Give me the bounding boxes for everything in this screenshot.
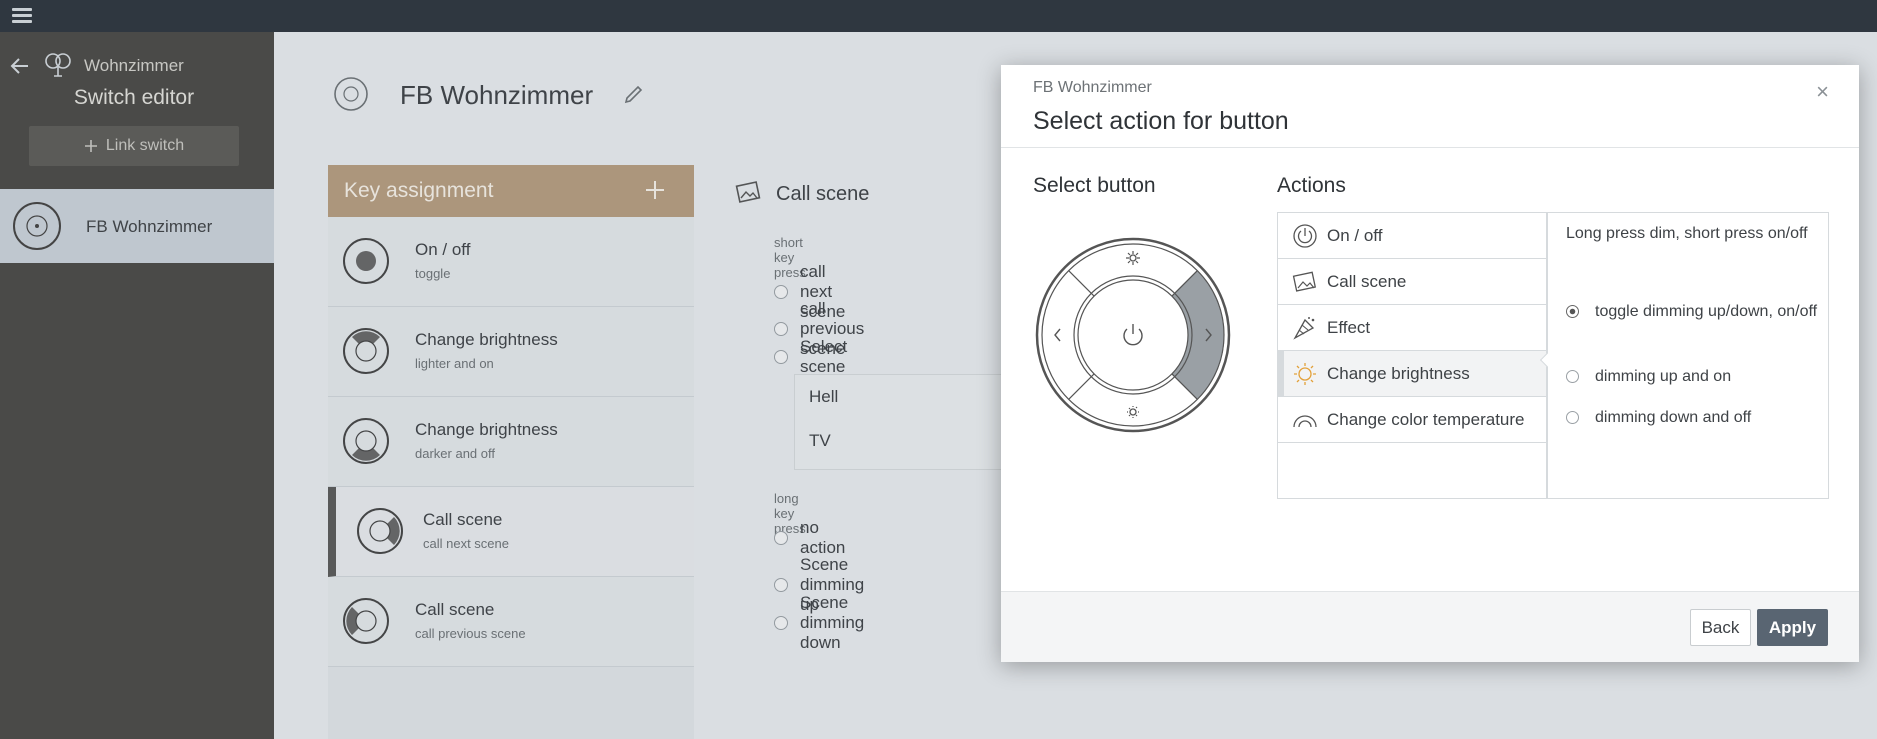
effect-icon [1293, 317, 1315, 340]
radio-button[interactable] [1566, 411, 1579, 424]
back-button[interactable]: Back [1690, 609, 1751, 646]
sidebar: Wohnzimmer Switch editor Link switch FB … [0, 32, 274, 739]
dialog-title: Select action for button [1033, 107, 1289, 135]
action-label: Effect [1327, 318, 1371, 337]
action-options-panel: Long press dim, short press on/off toggl… [1547, 212, 1829, 499]
select-action-dialog: FB Wohnzimmer Select action for button ×… [1001, 65, 1859, 662]
color-temperature-icon [1293, 415, 1317, 428]
remote-button-selector[interactable] [1035, 237, 1231, 433]
select-button-heading: Select button [1033, 174, 1156, 197]
option-label: dimming up and on [1595, 368, 1732, 385]
action-call-scene[interactable]: Call scene [1278, 259, 1546, 305]
menu-icon[interactable] [12, 8, 32, 24]
link-switch-label: Link switch [105, 137, 185, 154]
action-label: Change color temperature [1327, 410, 1525, 429]
radio-button-selected[interactable] [1566, 305, 1579, 318]
top-bar [0, 0, 1877, 32]
close-icon[interactable]: × [1816, 79, 1829, 105]
action-label: On / off [1327, 226, 1383, 245]
scene-icon [1292, 271, 1317, 292]
sidebar-header: Wohnzimmer [0, 42, 274, 78]
back-arrow-icon[interactable] [8, 54, 32, 78]
action-label: Call scene [1327, 272, 1407, 291]
dialog-footer: Back Apply [1001, 591, 1859, 662]
action-on-off[interactable]: On / off [1278, 213, 1546, 259]
sidebar-item-label: FB Wohnzimmer [86, 217, 213, 236]
radio-button[interactable] [1566, 370, 1579, 383]
sun-icon [1294, 363, 1316, 385]
sidebar-item-device[interactable]: FB Wohnzimmer [0, 189, 274, 263]
divider [1001, 147, 1859, 148]
sidebar-title: Switch editor [73, 86, 195, 109]
action-effect[interactable]: Effect [1278, 305, 1546, 351]
room-name: Wohnzimmer [84, 56, 184, 75]
option-toggle-dimming[interactable]: toggle dimming up/down, on/off [1566, 299, 1825, 324]
option-label: toggle dimming up/down, on/off [1595, 303, 1818, 320]
dialog-subtitle: FB Wohnzimmer [1033, 79, 1152, 96]
actions-list: On / off Call scene Effect Change bright… [1277, 212, 1547, 499]
room-icon [45, 53, 71, 77]
power-icon [1293, 224, 1317, 248]
apply-button[interactable]: Apply [1757, 609, 1828, 646]
option-label: dimming down and off [1595, 409, 1752, 426]
action-label: Change brightness [1327, 364, 1470, 383]
plus-icon [84, 140, 97, 152]
option-dimming-down[interactable]: dimming down and off [1566, 405, 1751, 430]
link-switch-button[interactable]: Link switch [29, 126, 239, 166]
action-change-brightness[interactable]: Change brightness [1278, 351, 1546, 397]
remote-icon [13, 202, 61, 250]
actions-heading: Actions [1277, 174, 1346, 197]
option-dimming-up[interactable]: dimming up and on [1566, 364, 1731, 389]
action-change-color-temperature[interactable]: Change color temperature [1278, 397, 1546, 443]
action-description: Long press dim, short press on/off [1566, 225, 1808, 242]
